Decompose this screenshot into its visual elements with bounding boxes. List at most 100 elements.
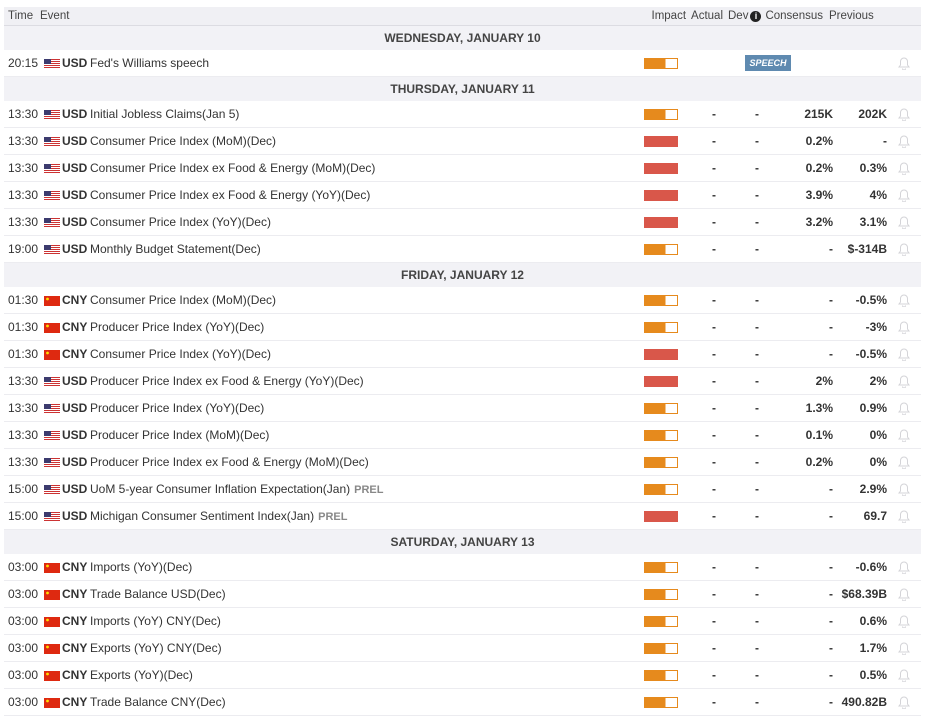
event-time: 03:00	[8, 560, 39, 574]
table-row[interactable]: 15:00 USD Michigan Consumer Sentiment In…	[4, 503, 921, 530]
currency: CNY	[62, 587, 88, 601]
table-row[interactable]: 01:30 CNY Consumer Price Index (MoM)(Dec…	[4, 287, 921, 314]
event-name[interactable]: Exports (YoY) CNY(Dec)	[90, 641, 222, 655]
bell-icon[interactable]	[887, 161, 921, 175]
table-row[interactable]: 13:30 USD Producer Price Index (YoY)(Dec…	[4, 395, 921, 422]
table-row[interactable]: 01:30 CNY Consumer Price Index (YoY)(Dec…	[4, 341, 921, 368]
bell-icon[interactable]	[887, 668, 921, 682]
bell-icon[interactable]	[887, 482, 921, 496]
event-name[interactable]: Initial Jobless Claims(Jan 5)	[90, 107, 239, 121]
bell-icon[interactable]	[887, 641, 921, 655]
bell-icon[interactable]	[887, 188, 921, 202]
event-time: 13:30	[8, 161, 39, 175]
event-name[interactable]: Producer Price Index ex Food & Energy (Y…	[90, 374, 364, 388]
table-row[interactable]: 03:00 CNY Exports (YoY) CNY(Dec) - - - 1…	[4, 635, 921, 662]
bell-icon[interactable]	[887, 455, 921, 469]
table-row[interactable]: 13:30 USD Consumer Price Index (YoY)(Dec…	[4, 209, 921, 236]
us-flag-icon	[44, 58, 60, 69]
event-name[interactable]: Trade Balance CNY(Dec)	[90, 695, 226, 709]
previous-value: 202K	[858, 107, 887, 121]
event-time: 01:30	[8, 293, 39, 307]
event-time: 03:00	[8, 695, 39, 709]
event-name[interactable]: Consumer Price Index (MoM)(Dec)	[90, 134, 276, 148]
bell-icon[interactable]	[887, 401, 921, 415]
deviation-value: -	[755, 134, 759, 148]
event-name[interactable]: Trade Balance USD(Dec)	[90, 587, 226, 601]
event-time: 03:00	[8, 614, 39, 628]
actual-value: -	[712, 161, 716, 175]
event-name[interactable]: Monthly Budget Statement(Dec)	[90, 242, 261, 256]
event-name[interactable]: Producer Price Index ex Food & Energy (M…	[90, 455, 369, 469]
deviation-value: -	[755, 668, 759, 682]
event-name[interactable]: Consumer Price Index (MoM)(Dec)	[90, 293, 276, 307]
bell-icon[interactable]	[887, 374, 921, 388]
event-name[interactable]: Consumer Price Index ex Food & Energy (Y…	[90, 188, 370, 202]
consensus-value: 3.9%	[805, 188, 833, 202]
actual-value: -	[712, 428, 716, 442]
table-row[interactable]: 13:30 USD Initial Jobless Claims(Jan 5) …	[4, 101, 921, 128]
table-row[interactable]: 03:00 CNY Trade Balance CNY(Dec) - - - 4…	[4, 689, 921, 716]
currency: USD	[62, 428, 88, 442]
event-name[interactable]: Exports (YoY)(Dec)	[90, 668, 193, 682]
table-row[interactable]: 13:30 USD Producer Price Index ex Food &…	[4, 449, 921, 476]
previous-value: -	[883, 134, 887, 148]
us-flag-icon	[44, 217, 60, 228]
event-name[interactable]: Michigan Consumer Sentiment Index(Jan)	[90, 509, 314, 523]
impact-medium-indicator	[644, 456, 678, 468]
event-name[interactable]: Consumer Price Index (YoY)(Dec)	[90, 347, 271, 361]
deviation-value: -	[755, 347, 759, 361]
bell-icon[interactable]	[887, 347, 921, 361]
previous-value: 0.6%	[859, 614, 887, 628]
bell-icon[interactable]	[887, 56, 921, 70]
bell-icon[interactable]	[887, 509, 921, 523]
event-name[interactable]: Consumer Price Index ex Food & Energy (M…	[90, 161, 375, 175]
consensus-value: -	[829, 293, 833, 307]
bell-icon[interactable]	[887, 695, 921, 709]
event-name[interactable]: Producer Price Index (MoM)(Dec)	[90, 428, 269, 442]
event-name[interactable]: Fed's Williams speech	[90, 56, 209, 70]
event-name[interactable]: Imports (YoY)(Dec)	[90, 560, 192, 574]
bell-icon[interactable]	[887, 134, 921, 148]
consensus-value: 0.1%	[805, 428, 833, 442]
bell-icon[interactable]	[887, 587, 921, 601]
table-row[interactable]: 03:00 CNY Imports (YoY) CNY(Dec) - - - 0…	[4, 608, 921, 635]
table-row[interactable]: 13:30 USD Producer Price Index ex Food &…	[4, 368, 921, 395]
table-row[interactable]: 15:00 USD UoM 5-year Consumer Inflation …	[4, 476, 921, 503]
event-name[interactable]: Consumer Price Index (YoY)(Dec)	[90, 215, 271, 229]
table-row[interactable]: 03:00 CNY Imports (YoY)(Dec) - - - -0.6%	[4, 554, 921, 581]
consensus-value: -	[829, 641, 833, 655]
table-row[interactable]: 19:00 USD Monthly Budget Statement(Dec) …	[4, 236, 921, 263]
table-row[interactable]: 01:30 CNY Producer Price Index (YoY)(Dec…	[4, 314, 921, 341]
consensus-value: -	[829, 242, 833, 256]
event-time: 13:30	[8, 188, 39, 202]
table-row[interactable]: 03:00 CNY Exports (YoY)(Dec) - - - 0.5%	[4, 662, 921, 689]
currency: CNY	[62, 320, 88, 334]
us-flag-icon	[44, 109, 60, 120]
event-name[interactable]: UoM 5-year Consumer Inflation Expectatio…	[90, 482, 350, 496]
bell-icon[interactable]	[887, 428, 921, 442]
bell-icon[interactable]	[887, 293, 921, 307]
event-time: 13:30	[8, 455, 39, 469]
info-icon[interactable]: i	[750, 10, 762, 22]
bell-icon[interactable]	[887, 242, 921, 256]
previous-value: $-314B	[847, 242, 887, 256]
table-row[interactable]: 13:30 USD Producer Price Index (MoM)(Dec…	[4, 422, 921, 449]
bell-icon[interactable]	[887, 215, 921, 229]
actual-value: -	[712, 482, 716, 496]
us-flag-icon	[44, 136, 60, 147]
table-row[interactable]: 13:30 USD Consumer Price Index (MoM)(Dec…	[4, 128, 921, 155]
event-name[interactable]: Imports (YoY) CNY(Dec)	[90, 614, 221, 628]
table-row[interactable]: 13:30 USD Consumer Price Index ex Food &…	[4, 155, 921, 182]
event-name[interactable]: Producer Price Index (YoY)(Dec)	[90, 320, 264, 334]
bell-icon[interactable]	[887, 320, 921, 334]
event-name[interactable]: Producer Price Index (YoY)(Dec)	[90, 401, 264, 415]
table-row[interactable]: 03:00 CNY Trade Balance USD(Dec) - - - $…	[4, 581, 921, 608]
bell-icon[interactable]	[887, 560, 921, 574]
previous-value: 3.1%	[859, 215, 887, 229]
bell-icon[interactable]	[887, 614, 921, 628]
bell-icon[interactable]	[887, 107, 921, 121]
deviation-value: -	[755, 107, 759, 121]
table-row[interactable]: 13:30 USD Consumer Price Index ex Food &…	[4, 182, 921, 209]
table-row[interactable]: 20:15 USD Fed's Williams speech SPEECH	[4, 50, 921, 77]
deviation-value: -	[755, 482, 759, 496]
